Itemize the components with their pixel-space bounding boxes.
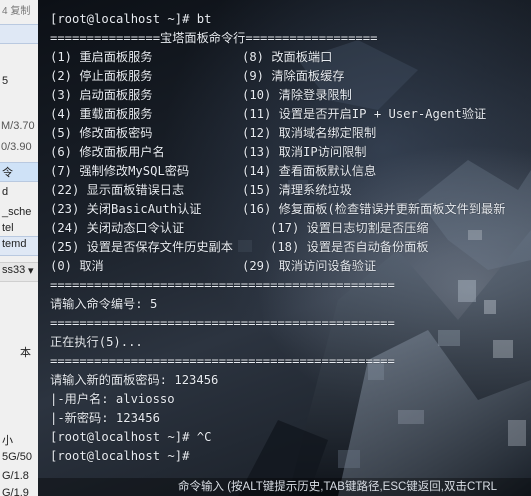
menu-item: (16) 修复面板(检查错误并更新面板文件到最新: [242, 202, 506, 216]
panel-text-4: 令: [2, 167, 13, 179]
menu-header: ===============宝塔面板命令行==================: [50, 31, 378, 45]
prompt-line: [root@localhost ~]# ^C: [50, 430, 212, 444]
menu-item: (6) 修改面板用户名: [50, 145, 165, 159]
menu-row: (25) 设置是否保存文件历史副本 (18) 设置是否自动备份面板: [50, 238, 531, 257]
menu-item: (2) 停止面板服务: [50, 69, 153, 83]
menu-item: (10) 清除登录限制: [242, 88, 352, 102]
chevron-down-icon[interactable]: ▾: [28, 264, 34, 277]
menu-row: (1) 重启面板服务 (8) 改面板端口: [50, 48, 531, 67]
menu-row: (2) 停止面板服务 (9) 清除面板缓存: [50, 67, 531, 86]
command-input-hint-bar[interactable]: 命令输入 (按ALT键提示历史,TAB键路径,ESC键返回,双击CTRL: [38, 478, 531, 496]
menu-row: (23) 关闭BasicAuth认证 (16) 修复面板(检查错误并更新面板文件到…: [50, 200, 531, 219]
menu-row: (6) 修改面板用户名 (13) 取消IP访问限制: [50, 143, 531, 162]
toolbar-copy-label: 4 复制: [2, 6, 31, 17]
menu-row: (7) 强制修改MySQL密码 (14) 查看面板默认信息: [50, 162, 531, 181]
executing-line: 正在执行(5)...: [50, 335, 143, 349]
panel-text-8: temd: [2, 238, 27, 250]
panel-text-13: G/1.8: [2, 470, 29, 482]
panel-text-1: 5: [2, 75, 9, 87]
menu-item: (5) 修改面板密码: [50, 126, 153, 140]
background-window-strip: 4 复制 5 M/3.70 0/3.90 令 d _sche tel temd …: [0, 0, 39, 496]
menu-row: (24) 关闭动态口令认证 (17) 设置日志切割是否压缩: [50, 219, 531, 238]
terminal-window[interactable]: [root@localhost ~]# bt ===============宝塔…: [38, 0, 531, 496]
menu-row: (22) 显示面板错误日志 (15) 清理系统垃圾: [50, 181, 531, 200]
menu-item: (15) 清理系统垃圾: [242, 183, 352, 197]
menu-item: (18) 设置是否自动备份面板: [270, 240, 429, 254]
password-line: |-新密码: 123456: [50, 411, 160, 425]
menu-item: (11) 设置是否开启IP + User-Agent验证: [242, 107, 487, 121]
panel-text-6: _sche: [2, 206, 32, 218]
terminal-output: [root@localhost ~]# bt ===============宝塔…: [50, 10, 531, 466]
menu-item: (22) 显示面板错误日志: [50, 183, 185, 197]
menu-item: (7) 强制修改MySQL密码: [50, 164, 190, 178]
menu-row: (5) 修改面板密码 (12) 取消域名绑定限制: [50, 124, 531, 143]
prompt-line: [root@localhost ~]# bt: [50, 12, 212, 26]
separator-line: ========================================…: [50, 316, 395, 330]
panel-text-2: M/3.70: [1, 120, 35, 132]
panel-text-14: G/1.9: [2, 487, 29, 496]
panel-text-9: ss33: [2, 264, 26, 276]
panel-text-5: d: [2, 186, 9, 198]
menu-item: (23) 关闭BasicAuth认证: [50, 202, 202, 216]
menu-item: (14) 查看面板默认信息: [242, 164, 377, 178]
menu-item: (12) 取消域名绑定限制: [242, 126, 377, 140]
menu-item: (8) 改面板端口: [242, 50, 333, 64]
menu-item: (25) 设置是否保存文件历史副本: [50, 240, 233, 254]
menu-item: (24) 关闭动态口令认证: [50, 221, 185, 235]
menu-row: (3) 启动面板服务 (10) 清除登录限制: [50, 86, 531, 105]
panel-text-12: 5G/50: [2, 451, 32, 463]
separator-line: ========================================…: [50, 278, 395, 292]
username-line: |-用户名: alviosso: [50, 392, 175, 406]
panel-text-10: 本: [20, 347, 31, 359]
menu-item: (4) 重载面板服务: [50, 107, 153, 121]
menu-item: (29) 取消访问设备验证: [242, 259, 377, 273]
new-password-line: 请输入新的面板密码: 123456: [50, 373, 219, 387]
menu-row: (0) 取消 (29) 取消访问设备验证: [50, 257, 531, 276]
panel-text-11: 小: [2, 435, 13, 447]
menu-item: (13) 取消IP访问限制: [242, 145, 367, 159]
prompt-line-current[interactable]: [root@localhost ~]#: [50, 447, 531, 466]
menu-item: (1) 重启面板服务: [50, 50, 153, 64]
address-input-fragment[interactable]: [0, 24, 38, 44]
menu-item: (17) 设置日志切割是否压缩: [270, 221, 429, 235]
command-number-prompt: 请输入命令编号: 5: [50, 297, 158, 311]
menu-item: (0) 取消: [50, 259, 104, 273]
panel-text-3: 0/3.90: [1, 141, 32, 153]
panel-text-7: tel: [2, 222, 14, 234]
menu-item: (3) 启动面板服务: [50, 88, 153, 102]
menu-item: (9) 清除面板缓存: [242, 69, 345, 83]
separator-line: ========================================…: [50, 354, 395, 368]
menu-row: (4) 重载面板服务 (11) 设置是否开启IP + User-Agent验证: [50, 105, 531, 124]
